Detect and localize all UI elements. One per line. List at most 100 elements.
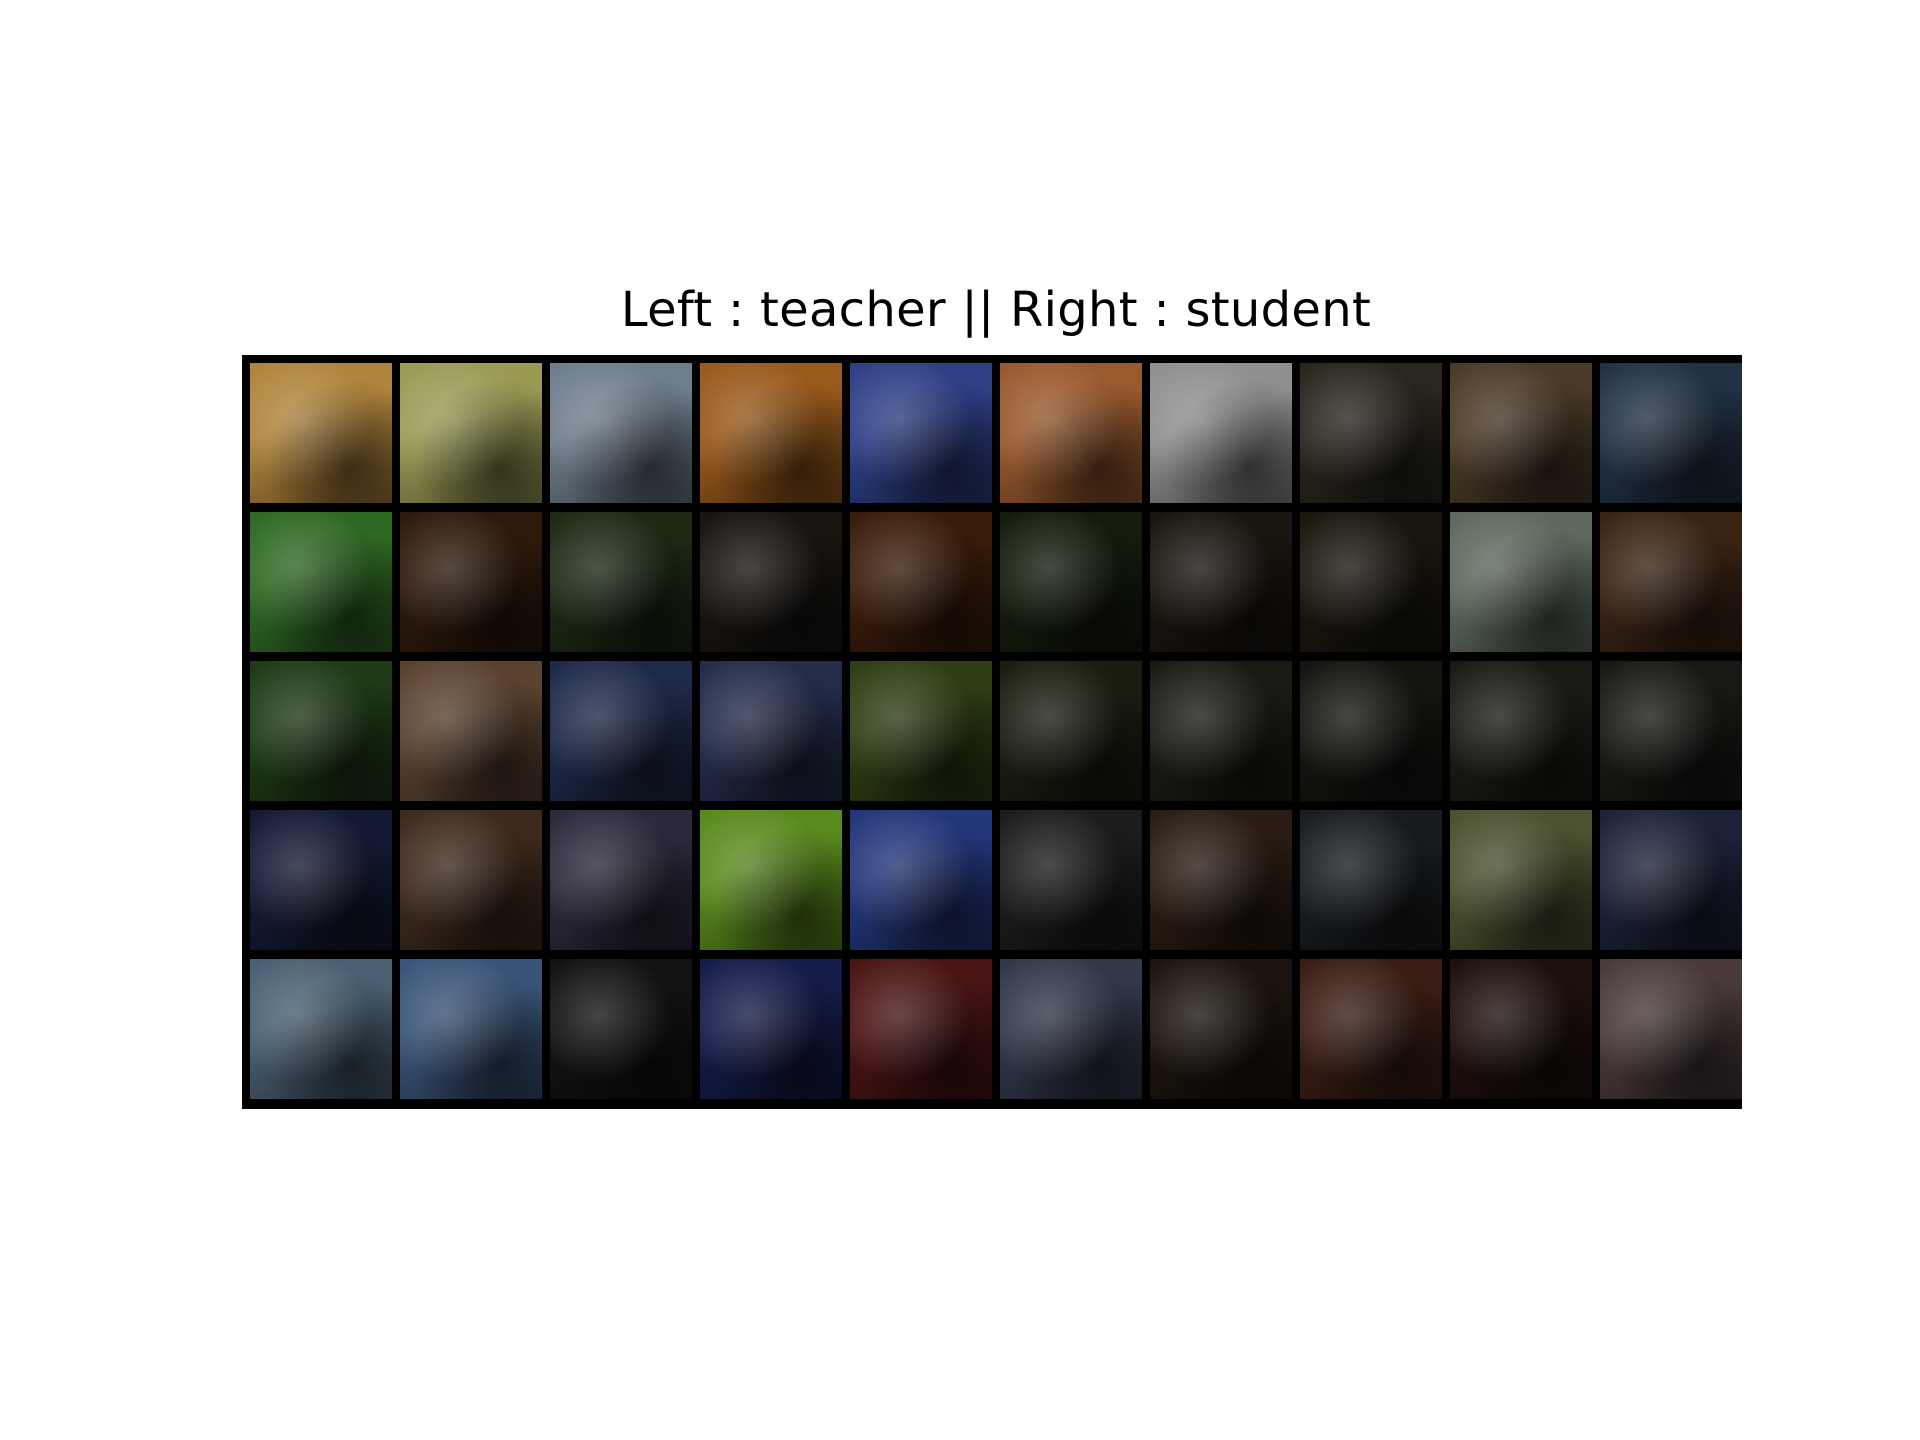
- tile-texture: [250, 661, 392, 801]
- tile-texture: [1450, 661, 1592, 801]
- tile-texture: [700, 512, 842, 652]
- generated-image-tile: [700, 959, 842, 1099]
- tile-texture: [400, 959, 542, 1099]
- tile-texture: [700, 810, 842, 950]
- tile-texture: [550, 363, 692, 503]
- tile-texture: [1300, 810, 1442, 950]
- generated-image-tile: [1450, 810, 1592, 950]
- generated-image-tile: [400, 512, 542, 652]
- tile-texture: [1600, 661, 1742, 801]
- generated-image-tile: [850, 810, 992, 950]
- generated-image-tile: [1150, 959, 1292, 1099]
- tile-texture: [1300, 512, 1442, 652]
- generated-image-tile: [550, 363, 692, 503]
- generated-image-tile: [850, 512, 992, 652]
- tile-texture: [400, 512, 542, 652]
- generated-image-tile: [250, 810, 392, 950]
- tile-texture: [250, 810, 392, 950]
- generated-image-tile: [1000, 363, 1142, 503]
- generated-image-tile: [1150, 512, 1292, 652]
- generated-image-tile: [850, 959, 992, 1099]
- generated-image-tile: [1150, 661, 1292, 801]
- generated-image-tile: [1600, 661, 1742, 801]
- generated-image-tile: [1000, 512, 1142, 652]
- generated-image-tile: [400, 363, 542, 503]
- tile-texture: [1000, 512, 1142, 652]
- generated-image-tile: [1000, 959, 1142, 1099]
- generated-image-tile: [400, 810, 542, 950]
- tile-texture: [1450, 810, 1592, 950]
- tile-texture: [1600, 512, 1742, 652]
- generated-image-tile: [1450, 959, 1592, 1099]
- tile-texture: [1450, 512, 1592, 652]
- generated-image-tile: [1300, 661, 1442, 801]
- generated-image-tile: [850, 363, 992, 503]
- tile-texture: [1150, 512, 1292, 652]
- tile-texture: [700, 363, 842, 503]
- generated-image-tile: [1300, 810, 1442, 950]
- tile-texture: [850, 661, 992, 801]
- generated-image-tile: [1150, 363, 1292, 503]
- tile-texture: [1600, 363, 1742, 503]
- tile-texture: [850, 959, 992, 1099]
- generated-image-tile: [1600, 959, 1742, 1099]
- tile-texture: [850, 363, 992, 503]
- tile-texture: [1600, 959, 1742, 1099]
- tile-texture: [1150, 661, 1292, 801]
- tile-texture: [1300, 363, 1442, 503]
- tile-texture: [1000, 810, 1142, 950]
- tile-texture: [400, 810, 542, 950]
- tile-texture: [1450, 363, 1592, 503]
- tile-texture: [1150, 810, 1292, 950]
- generated-image-tile: [250, 959, 392, 1099]
- generated-image-tile: [1450, 512, 1592, 652]
- generated-image-tile: [1450, 363, 1592, 503]
- tile-texture: [250, 959, 392, 1099]
- tile-texture: [1150, 363, 1292, 503]
- tile-texture: [1000, 959, 1142, 1099]
- tile-texture: [250, 363, 392, 503]
- generated-image-tile: [1600, 363, 1742, 503]
- tile-texture: [550, 959, 692, 1099]
- generated-image-tile: [1000, 810, 1142, 950]
- tile-texture: [400, 363, 542, 503]
- generated-image-tile: [550, 512, 692, 652]
- generated-image-tile: [250, 512, 392, 652]
- generated-image-tile: [700, 512, 842, 652]
- generated-image-tile: [1000, 661, 1142, 801]
- generated-image-tile: [400, 959, 542, 1099]
- generated-image-tile: [700, 363, 842, 503]
- tile-texture: [700, 959, 842, 1099]
- tile-texture: [700, 661, 842, 801]
- tile-texture: [1600, 810, 1742, 950]
- generated-image-tile: [700, 661, 842, 801]
- tile-texture: [550, 661, 692, 801]
- generated-image-tile: [250, 363, 392, 503]
- generated-image-tile: [400, 661, 542, 801]
- generated-image-tile: [1600, 810, 1742, 950]
- tile-texture: [1000, 661, 1142, 801]
- tile-texture: [1150, 959, 1292, 1099]
- generated-image-tile: [550, 661, 692, 801]
- generated-image-tile: [850, 661, 992, 801]
- tile-texture: [850, 512, 992, 652]
- tile-texture: [1300, 661, 1442, 801]
- generated-image-tile: [1300, 959, 1442, 1099]
- tile-texture: [550, 512, 692, 652]
- generated-image-tile: [1600, 512, 1742, 652]
- tile-texture: [850, 810, 992, 950]
- generated-image-tile: [1300, 512, 1442, 652]
- generated-image-tile: [1150, 810, 1292, 950]
- tile-texture: [1300, 959, 1442, 1099]
- figure: Left : teacher || Right : student: [0, 0, 1920, 1440]
- generated-image-tile: [550, 959, 692, 1099]
- generated-image-tile: [1450, 661, 1592, 801]
- generated-image-tile: [550, 810, 692, 950]
- image-grid: [242, 355, 1742, 1109]
- tile-texture: [550, 810, 692, 950]
- tile-texture: [400, 661, 542, 801]
- generated-image-tile: [700, 810, 842, 950]
- generated-image-tile: [250, 661, 392, 801]
- figure-title: Left : teacher || Right : student: [620, 282, 1372, 338]
- generated-image-tile: [1300, 363, 1442, 503]
